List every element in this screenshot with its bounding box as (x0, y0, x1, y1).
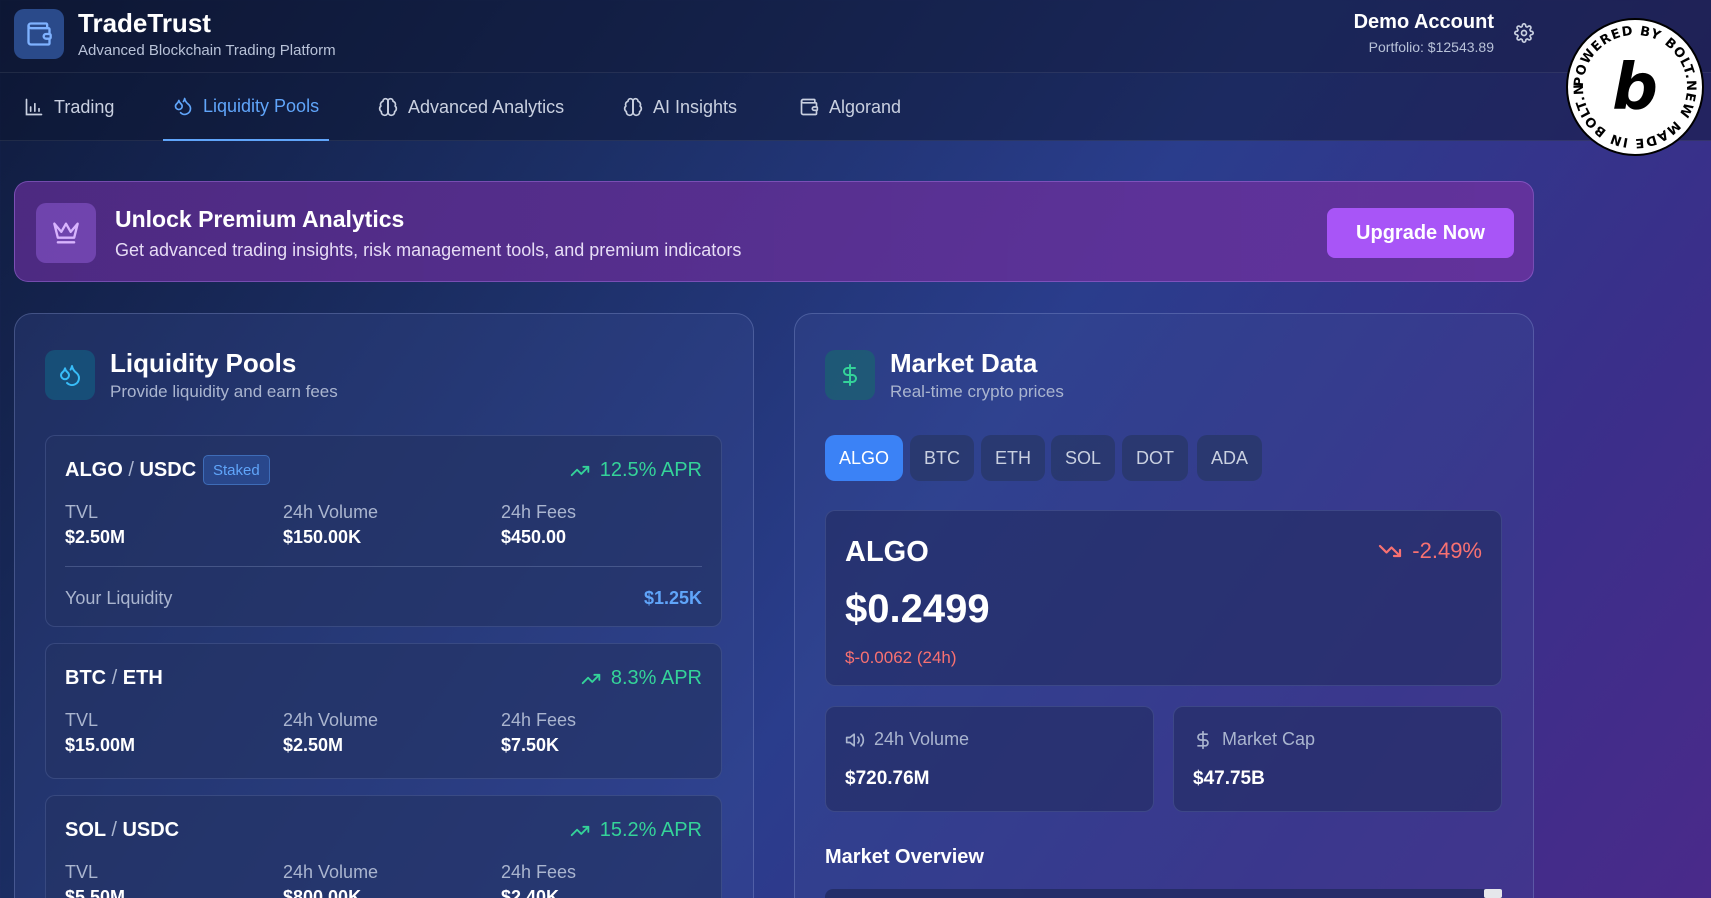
trending-down-icon (1379, 544, 1402, 558)
market-overview-title: Market Overview (825, 846, 984, 868)
market-cap-value: $47.75B (1193, 768, 1265, 789)
fees-value: $7.50K (501, 735, 560, 755)
panel-title: Liquidity Pools (110, 348, 297, 378)
volume-value: $2.50M (283, 735, 344, 755)
liquidity-pools-panel: Liquidity Pools Provide liquidity and ea… (14, 313, 754, 898)
tab-label: AI Insights (653, 96, 738, 117)
apr-value: 8.3% APR (581, 667, 702, 690)
volume-label: 24h Volume (283, 502, 379, 522)
tab-algorand[interactable]: Algorand (789, 73, 911, 141)
portfolio-value: Portfolio: $12543.89 (1368, 39, 1494, 55)
pool-pair: ALGO / USDC (65, 459, 197, 481)
coin-price: $0.2499 (845, 587, 990, 631)
dollar-icon (825, 350, 875, 400)
fees-value: $2.40K (501, 887, 560, 898)
panel-subtitle: Provide liquidity and earn fees (110, 382, 338, 401)
volume-label: 24h Volume (283, 862, 379, 882)
tvl-value: $5.50M (65, 887, 126, 898)
divider (65, 566, 702, 567)
tab-label: Trading (54, 96, 115, 117)
tab-advanced-analytics[interactable]: Advanced Analytics (368, 73, 574, 141)
droplets-icon (45, 350, 95, 400)
brain-icon (378, 97, 398, 117)
fees-value: $450.00 (501, 527, 567, 547)
fees-label: 24h Fees (501, 710, 577, 730)
pool-pair: SOL / USDC (65, 819, 180, 841)
tab-trading[interactable]: Trading (14, 73, 124, 141)
tvl-value: $15.00M (65, 735, 136, 755)
tab-ai-insights[interactable]: AI Insights (613, 73, 747, 141)
upgrade-now-button[interactable]: Upgrade Now (1327, 208, 1514, 258)
coin-tab-sol[interactable]: SOL (1051, 435, 1116, 481)
trending-up-icon (570, 465, 589, 476)
pool-card-algo-usdc[interactable]: ALGO / USDC Staked 12.5% APR TVL $2.50M … (45, 435, 722, 627)
staked-badge: Staked (203, 455, 270, 485)
coin-name: ALGO (845, 536, 929, 568)
market-data-panel: Market Data Real-time crypto prices ALGO… (794, 313, 1534, 898)
volume-value: $150.00K (283, 527, 362, 547)
app-subtitle: Advanced Blockchain Trading Platform (78, 42, 336, 59)
price-card: ALGO -2.49% $0.2499 $-0.0062 (24h) (825, 510, 1502, 686)
change-24h: $-0.0062 (24h) (845, 648, 957, 667)
dollar-icon (1197, 730, 1209, 749)
wallet-logo-icon[interactable] (14, 9, 64, 59)
bar-chart-icon (25, 98, 43, 116)
trending-up-icon (581, 673, 601, 684)
apr-value: 12.5% APR (570, 459, 702, 482)
premium-banner: Unlock Premium Analytics Get advanced tr… (14, 181, 1534, 282)
account-name: Demo Account (1353, 11, 1494, 33)
price-change: -2.49% (1378, 538, 1482, 564)
tab-label: Advanced Analytics (408, 96, 565, 117)
main-tabs: Trading Liquidity Pools Advanced Analyti… (0, 73, 1711, 141)
coin-tab-dot[interactable]: DOT (1122, 435, 1188, 481)
coin-tab-btc[interactable]: BTC (910, 435, 974, 481)
volume-value: $800.00K (283, 887, 362, 898)
tvl-label: TVL (65, 862, 99, 882)
volume-label: 24h Volume (283, 710, 379, 730)
tab-liquidity-pools[interactable]: Liquidity Pools (163, 73, 330, 141)
pool-card-sol-usdc[interactable]: SOL / USDC 15.2% APR TVL $5.50M 24h Volu… (45, 795, 722, 898)
app-title: TradeTrust (78, 8, 211, 38)
coin-tab-eth[interactable]: ETH (981, 435, 1045, 481)
coin-tab-ada[interactable]: ADA (1197, 435, 1263, 481)
pool-card-btc-eth[interactable]: BTC / ETH 8.3% APR TVL $15.00M 24h Volum… (45, 643, 722, 779)
brain-icon (623, 97, 643, 117)
volume-icon (845, 732, 865, 747)
tvl-value: $2.50M (65, 527, 126, 547)
trending-up-icon (570, 825, 589, 836)
coin-tab-algo[interactable]: ALGO (825, 435, 904, 481)
your-liquidity-value: $1.25K (643, 588, 702, 608)
market-cap-card: Market Cap $47.75B (1173, 706, 1502, 812)
pool-pair: BTC / ETH (65, 667, 163, 689)
banner-subtitle: Get advanced trading insights, risk mana… (115, 240, 742, 260)
your-liquidity-label: Your Liquidity (65, 588, 173, 608)
panel-subtitle: Real-time crypto prices (890, 382, 1064, 401)
tvl-label: TVL (65, 502, 99, 522)
volume-value: $720.76M (845, 768, 930, 789)
crown-icon (36, 203, 96, 263)
tab-label: Liquidity Pools (203, 95, 320, 116)
wallet-icon (800, 98, 819, 116)
volume-card: 24h Volume $720.76M (825, 706, 1154, 812)
droplets-icon (174, 97, 192, 116)
scrollbar-thumb[interactable] (1484, 889, 1502, 898)
fees-label: 24h Fees (501, 862, 577, 882)
market-cap-label: Market Cap (1193, 729, 1315, 750)
gear-icon[interactable] (1512, 21, 1536, 45)
tab-label: Algorand (829, 96, 902, 117)
tvl-label: TVL (65, 710, 99, 730)
app-header: TradeTrust Advanced Blockchain Trading P… (0, 0, 1711, 73)
volume-label: 24h Volume (845, 729, 969, 750)
panel-title: Market Data (890, 348, 1038, 378)
fees-label: 24h Fees (501, 502, 577, 522)
svg-text:b: b (1612, 51, 1658, 125)
market-overview-chart (825, 889, 1502, 898)
bolt-badge-logo[interactable]: POWERED BY BOLT.NEW MADE IN BOLT.NEW · b (1557, 6, 1705, 157)
apr-value: 15.2% APR (570, 819, 702, 842)
banner-title: Unlock Premium Analytics (115, 206, 405, 232)
